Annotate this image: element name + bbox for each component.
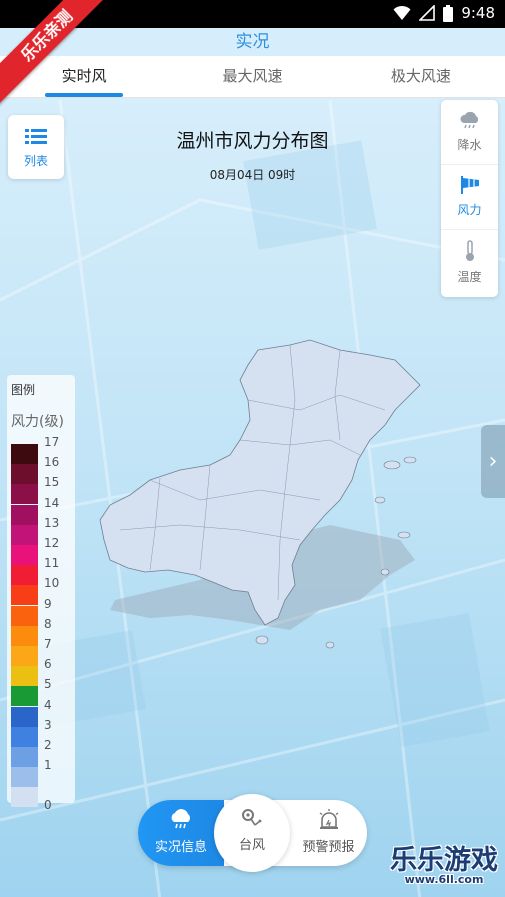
legend-row: 4 <box>11 698 75 727</box>
nav-typhoon-label: 台风 <box>238 838 265 853</box>
legend-row: 11 <box>11 556 75 586</box>
watermark-text: 乐乐游戏 <box>390 845 498 876</box>
map-canvas <box>0 99 505 897</box>
nav-live-info[interactable]: 实况信息 <box>138 800 224 866</box>
map-title: 温州市风力分布图 <box>176 130 329 152</box>
signal-icon <box>419 5 436 21</box>
legend-level-label: 12 <box>44 536 60 550</box>
legend-row: 16 <box>11 455 75 485</box>
legend-row: 15 <box>11 475 75 505</box>
legend-swatch <box>11 726 38 747</box>
chevron-right-icon: › <box>488 449 498 474</box>
legend-swatch <box>11 545 38 565</box>
legend-level-label: 1 <box>44 758 52 773</box>
rain-cloud-icon <box>459 111 478 129</box>
status-time: 9:48 <box>461 4 495 22</box>
legend-swatch <box>11 464 38 485</box>
nav-warning-forecast[interactable]: 预警预报 <box>290 800 367 866</box>
map-view[interactable] <box>0 98 505 897</box>
legend-swatch <box>11 767 38 788</box>
layer-wind[interactable]: 风力 <box>441 165 498 230</box>
legend-row: 2 <box>11 738 75 767</box>
warning-light-icon <box>319 809 338 829</box>
list-icon <box>25 129 47 144</box>
legend-level-label: 8 <box>44 616 52 631</box>
legend-level-label: 14 <box>44 495 60 510</box>
nav-typhoon[interactable]: 台风 <box>214 794 290 872</box>
battery-icon <box>443 4 454 22</box>
legend-swatch <box>11 484 38 505</box>
title-bar: 实况 <box>0 28 505 56</box>
legend-swatch <box>11 646 38 666</box>
layer-temperature[interactable]: 温度 <box>441 230 498 295</box>
legend-swatch <box>11 666 38 687</box>
legend-row: 12 <box>11 536 75 565</box>
bottom-nav: 实况信息 预警预报 台风 <box>138 794 367 872</box>
legend-row: 8 <box>11 617 75 646</box>
legend-level-label: 17 <box>44 435 60 449</box>
legend-level-label: 15 <box>44 475 60 490</box>
legend-swatch <box>11 585 38 606</box>
legend-level-label: 0 <box>44 798 52 813</box>
legend-level-label: 4 <box>44 697 52 712</box>
legend-level-label: 7 <box>44 637 52 651</box>
legend-level-label: 9 <box>44 596 52 611</box>
wind-flag-icon <box>460 176 479 194</box>
legend-swatch <box>11 787 38 808</box>
legend-swatch <box>11 444 38 464</box>
legend-row: 0 <box>11 787 75 812</box>
legend-row: 3 <box>11 718 75 747</box>
wind-legend: 图例 风力(级) 17 16 15 14 13 12 11 10 9 8 7 6 5 4 3 2 1 0 <box>7 375 75 812</box>
legend-row: 5 <box>11 677 75 707</box>
legend-swatch <box>11 706 38 727</box>
status-icons: 9:48 <box>393 4 495 22</box>
legend-row: 10 <box>11 576 75 606</box>
legend-level-label: 3 <box>44 717 52 732</box>
tab-max-wind-speed[interactable]: 最大风速 <box>168 56 336 97</box>
page-title: 实况 <box>235 32 270 52</box>
legend-level-label: 10 <box>44 576 60 591</box>
nav-live-info-label: 实况信息 <box>154 840 207 855</box>
legend-title: 图例 <box>11 383 36 397</box>
legend-swatch <box>11 504 38 525</box>
legend-row: 14 <box>11 496 75 525</box>
list-button[interactable]: 列表 <box>8 115 64 179</box>
map-datetime: 08月04日 09时 <box>209 168 296 182</box>
legend-level-label: 16 <box>44 455 60 470</box>
tab-bar: 实时风 最大风速 极大风速 <box>0 56 505 98</box>
layer-precipitation-label: 降水 <box>457 138 482 152</box>
legend-swatch <box>11 565 38 586</box>
legend-row: 6 <box>11 657 75 687</box>
legend-unit: 风力(级) <box>11 414 64 430</box>
tab-extreme-wind-speed[interactable]: 极大风速 <box>337 56 505 97</box>
legend-level-label: 6 <box>44 657 52 672</box>
legend-level-label: 11 <box>44 556 60 571</box>
layer-precipitation[interactable]: 降水 <box>441 100 498 165</box>
nav-warning-forecast-label: 预警预报 <box>302 840 355 855</box>
thermometer-icon <box>465 240 474 261</box>
legend-row: 17 <box>11 435 75 464</box>
legend-level-label: 5 <box>44 677 52 692</box>
legend-level-label: 2 <box>44 738 52 752</box>
legend-swatch <box>11 524 38 545</box>
layer-wind-label: 风力 <box>457 203 482 217</box>
list-button-label: 列表 <box>23 154 48 168</box>
watermark-logo: 乐乐游戏 www.6ll.com <box>385 838 503 894</box>
side-expand-tab[interactable]: › <box>481 425 505 498</box>
legend-row: 13 <box>11 516 75 545</box>
legend-row: 9 <box>11 597 75 626</box>
rain-cloud-icon <box>171 809 190 829</box>
layer-temperature-label: 温度 <box>457 270 482 284</box>
typhoon-icon <box>242 809 262 826</box>
legend-swatch <box>11 686 38 707</box>
legend-row: 7 <box>11 637 75 666</box>
legend-swatch <box>11 625 38 646</box>
legend-swatch <box>11 747 38 767</box>
legend-swatch <box>11 605 38 626</box>
wifi-icon <box>393 5 411 20</box>
legend-row: 1 <box>11 758 75 788</box>
legend-level-label: 13 <box>44 515 60 530</box>
layer-panel: 降水 风力 温度 <box>441 100 498 297</box>
